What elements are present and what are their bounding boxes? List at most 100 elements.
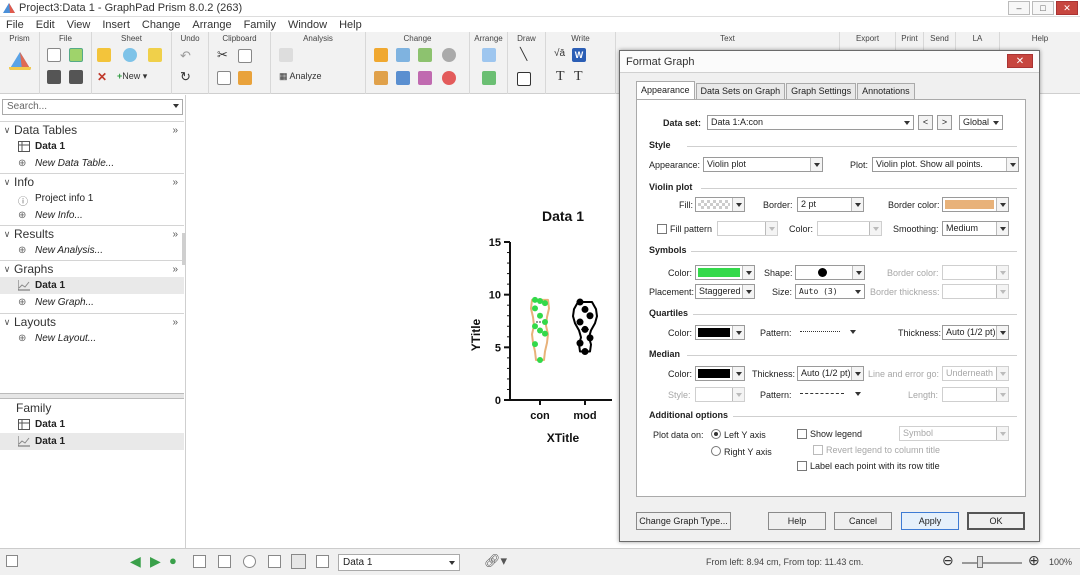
save-as-icon[interactable] — [69, 70, 83, 84]
nav-item-project-info[interactable]: ⓘ Project info 1 — [0, 190, 184, 208]
open-file-icon[interactable] — [69, 48, 83, 62]
border-width-select[interactable]: 2 pt — [797, 197, 864, 212]
chevron-down-icon[interactable] — [996, 222, 1008, 235]
draw-line-icon[interactable]: ╲ — [520, 47, 527, 61]
chevron-down-icon[interactable] — [852, 285, 864, 298]
scope-select[interactable]: Global — [959, 115, 1003, 130]
next-dataset-button[interactable]: > — [937, 115, 952, 130]
family-item-data-table[interactable]: Data 1 — [0, 416, 184, 433]
menu-arrange[interactable]: Arrange — [192, 19, 231, 31]
fill-pattern-select[interactable] — [717, 221, 778, 236]
minimize-button[interactable]: – — [1008, 1, 1030, 15]
status-list-icon[interactable] — [6, 555, 18, 567]
apply-button[interactable]: Apply — [901, 512, 959, 530]
chevron-down-icon[interactable] — [869, 222, 881, 235]
chevron-down-icon[interactable] — [852, 266, 864, 279]
right-y-axis-radio[interactable] — [711, 446, 721, 456]
chevron-down-icon[interactable] — [765, 222, 777, 235]
view-graph-icon[interactable] — [291, 554, 306, 569]
quartile-color-picker[interactable] — [695, 325, 745, 340]
quartile-pattern-select[interactable] — [797, 325, 859, 340]
menu-family[interactable]: Family — [244, 19, 276, 31]
view-info-icon[interactable] — [243, 555, 256, 568]
tab-data-sets[interactable]: Data Sets on Graph — [695, 83, 786, 99]
zoom-slider-thumb[interactable] — [977, 556, 983, 568]
sheet-wand-icon[interactable] — [97, 48, 111, 62]
analysis-chart-icon[interactable] — [279, 48, 293, 62]
change-type-icon[interactable] — [374, 48, 388, 62]
arrange-front-icon[interactable] — [482, 48, 496, 62]
nav-section-header[interactable]: ∨ Data Tables » — [0, 121, 184, 138]
prism-logo-icon[interactable] — [9, 52, 31, 70]
nav-section-header[interactable]: ∨ Graphs » — [0, 260, 184, 277]
left-y-axis-radio[interactable] — [711, 429, 721, 439]
chevron-down-icon[interactable] — [996, 427, 1008, 440]
undo-icon[interactable]: ↶ — [180, 48, 191, 64]
chevron-down-icon[interactable] — [449, 561, 455, 565]
chevron-down-icon[interactable] — [901, 116, 913, 129]
menu-window[interactable]: Window — [288, 19, 327, 31]
change-graph-type-button[interactable]: Change Graph Type... — [636, 512, 731, 530]
arrange-align-icon[interactable] — [482, 71, 496, 85]
redo-icon[interactable]: ↻ — [180, 69, 191, 85]
median-thickness-select[interactable]: Auto (1/2 pt) — [797, 366, 864, 381]
appearance-select[interactable]: Violin plot — [703, 157, 823, 172]
nav-item-new-graph[interactable]: ⊕ New Graph... — [0, 294, 184, 311]
chevron-down-icon[interactable] — [732, 367, 744, 380]
chevron-down-icon[interactable] — [732, 198, 744, 211]
median-style-select[interactable] — [695, 387, 745, 402]
expand-icon[interactable]: » — [172, 317, 178, 328]
nav-item-new-analysis[interactable]: ⊕ New Analysis... — [0, 242, 184, 259]
collapse-chevron-icon[interactable]: ∨ — [0, 125, 14, 136]
median-length-select[interactable] — [942, 387, 1009, 402]
collapse-chevron-icon[interactable]: ∨ — [0, 229, 14, 240]
nav-item-data-table[interactable]: Data 1 — [0, 138, 184, 155]
change-scale-icon[interactable] — [396, 71, 410, 85]
show-legend-checkbox[interactable] — [797, 429, 807, 439]
border-thickness-select[interactable] — [942, 284, 1009, 299]
collapse-chevron-icon[interactable]: ∨ — [0, 177, 14, 188]
menu-insert[interactable]: Insert — [102, 19, 130, 31]
close-button[interactable]: ✕ — [1056, 1, 1078, 15]
label-each-point-checkbox[interactable] — [797, 461, 807, 471]
y-axis-label[interactable]: YTitle — [469, 318, 483, 351]
chevron-down-icon[interactable] — [742, 285, 754, 298]
symbol-color-picker[interactable] — [695, 265, 755, 280]
view-table-icon[interactable] — [193, 555, 206, 568]
change-refresh-icon[interactable] — [442, 48, 456, 62]
cancel-button[interactable]: Cancel — [834, 512, 892, 530]
pattern-color-picker[interactable] — [817, 221, 882, 236]
prev-dataset-button[interactable]: < — [918, 115, 933, 130]
paste-special-icon[interactable] — [238, 71, 252, 85]
view-layout-icon[interactable] — [316, 555, 329, 568]
paste-icon[interactable] — [217, 71, 231, 85]
ok-button[interactable]: OK — [967, 512, 1025, 530]
nav-section-header[interactable]: ∨ Info » — [0, 173, 184, 190]
next-sheet-icon[interactable]: ▶ — [150, 553, 161, 570]
revert-legend-checkbox[interactable] — [813, 445, 823, 455]
delete-sheet-icon[interactable]: ✕ — [97, 70, 107, 84]
nav-section-header[interactable]: ∨ Layouts » — [0, 313, 184, 330]
chevron-down-icon[interactable] — [996, 198, 1008, 211]
x-axis-label[interactable]: XTitle — [547, 431, 580, 445]
chevron-down-icon[interactable] — [847, 325, 859, 338]
menu-edit[interactable]: Edit — [36, 19, 55, 31]
chevron-down-icon[interactable] — [996, 266, 1008, 279]
collapse-chevron-icon[interactable]: ∨ — [0, 264, 14, 275]
new-file-icon[interactable] — [47, 48, 61, 62]
equation-icon[interactable]: √ā — [554, 48, 565, 59]
copy-icon[interactable] — [238, 49, 252, 63]
chevron-down-icon[interactable] — [996, 367, 1008, 380]
tab-graph-settings[interactable]: Graph Settings — [786, 83, 857, 99]
prev-sheet-icon[interactable]: ◀ — [130, 553, 141, 570]
placement-select[interactable]: Staggered — [695, 284, 755, 299]
text-box-icon[interactable]: T — [574, 69, 583, 85]
help-button[interactable]: Help — [768, 512, 826, 530]
dialog-title-bar[interactable]: Format Graph ✕ — [620, 51, 1039, 73]
nav-section-header[interactable]: ∨ Results » — [0, 225, 184, 242]
fill-pattern-checkbox[interactable] — [657, 224, 667, 234]
nav-item-new-info[interactable]: ⊕ New Info... — [0, 207, 184, 224]
size-select[interactable]: Auto (3) — [795, 284, 865, 299]
median-pattern-select[interactable] — [797, 387, 864, 402]
change-brush-icon[interactable] — [374, 71, 388, 85]
